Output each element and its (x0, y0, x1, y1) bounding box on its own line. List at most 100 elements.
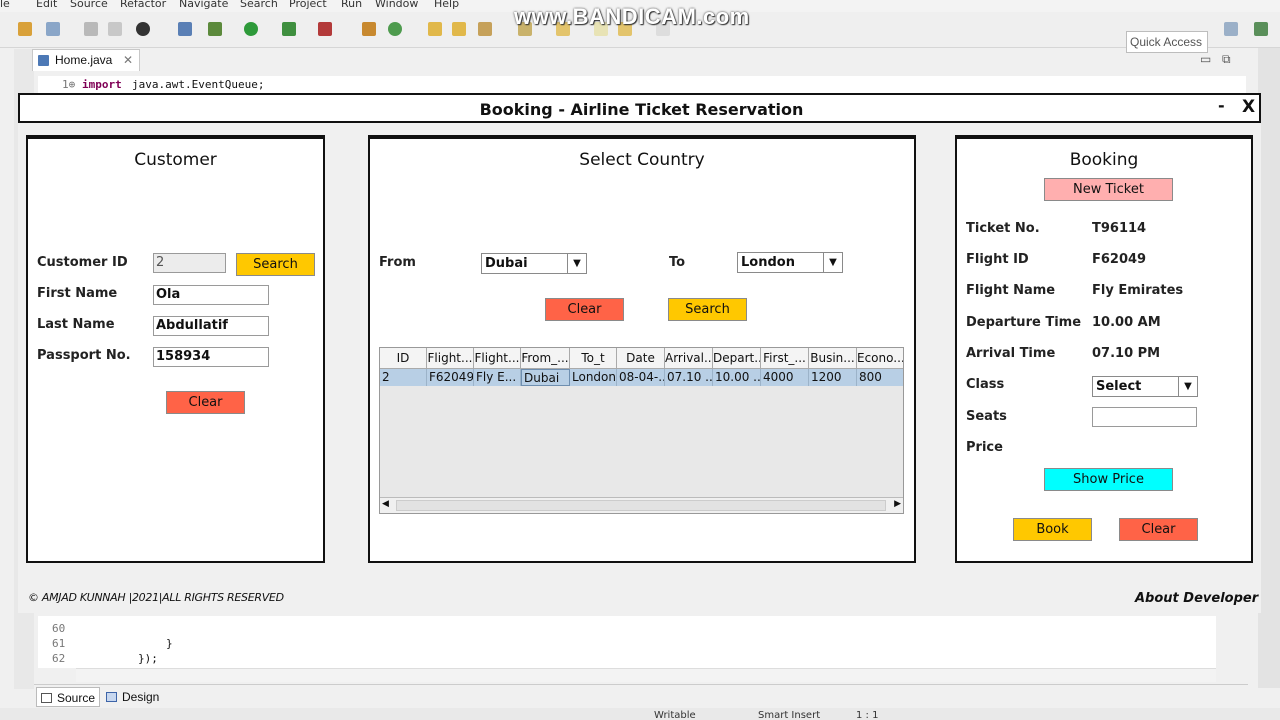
first-name-field[interactable]: Ola (153, 285, 269, 305)
menu-edit[interactable]: Edit (36, 0, 57, 10)
departure-time-label: Departure Time (966, 315, 1082, 330)
class-select[interactable]: Select ▼ (1092, 376, 1198, 397)
run-icon[interactable] (244, 22, 258, 36)
skip-breakpoints-icon[interactable] (178, 22, 192, 36)
column-header[interactable]: Depart... (713, 348, 761, 368)
table-cell[interactable]: 2 (380, 369, 427, 386)
close-tab-icon[interactable]: ✕ (123, 50, 133, 71)
table-horizontal-scrollbar[interactable]: ◀ ▶ (380, 497, 903, 513)
code-text: java.awt.EventQueue; (132, 78, 265, 91)
external-tools-icon[interactable] (318, 22, 332, 36)
window-title: Booking - Airline Ticket Reservation (479, 100, 804, 119)
seats-field[interactable] (1092, 407, 1197, 427)
column-header[interactable]: Flight... (474, 348, 521, 368)
flight-id-value: F62049 (1092, 252, 1147, 267)
code-horizontal-scrollbar[interactable] (76, 668, 1216, 682)
to-label: To (669, 255, 686, 270)
line-number: 62 (52, 652, 66, 665)
menu-project[interactable]: Project (289, 0, 327, 10)
table-cell[interactable]: Dubai (521, 369, 570, 386)
menu-file[interactable]: le (0, 0, 10, 10)
column-header[interactable]: Busin... (809, 348, 857, 368)
save-all-icon[interactable] (108, 22, 122, 36)
menu-refactor[interactable]: Refactor (120, 0, 166, 10)
scroll-thumb[interactable] (396, 500, 886, 511)
minimize-button[interactable]: - (1218, 96, 1225, 115)
booking-clear-button[interactable]: Clear (1119, 518, 1198, 541)
table-cell[interactable]: Fly E... (474, 369, 521, 386)
new-wizard-icon[interactable] (46, 22, 60, 36)
menu-source[interactable]: Source (70, 0, 108, 10)
column-header[interactable]: ID (380, 348, 427, 368)
code-editor-bottom[interactable]: 60 61 } 62 }); (38, 616, 1216, 668)
to-select[interactable]: London ▼ (737, 252, 843, 273)
editor-tab-home-java[interactable]: Home.java ✕ (32, 49, 140, 71)
about-developer-link[interactable]: About Developer (1135, 591, 1258, 606)
scroll-right-icon[interactable]: ▶ (894, 499, 901, 509)
table-cell[interactable]: 07.10 ... (665, 369, 713, 386)
table-cell[interactable]: 08-04-... (617, 369, 665, 386)
table-cell[interactable]: 4000 (761, 369, 809, 386)
country-clear-button[interactable]: Clear (545, 298, 624, 321)
chevron-down-icon[interactable]: ▼ (567, 254, 586, 273)
column-header[interactable]: First_... (761, 348, 809, 368)
customer-id-label: Customer ID (37, 255, 128, 270)
java-perspective-icon[interactable] (1254, 22, 1268, 36)
maximize-editor-icon[interactable]: ⧉ (1222, 52, 1231, 67)
booking-panel: Booking New Ticket Ticket No. T96114 Fli… (955, 135, 1253, 563)
tab-source[interactable]: Source (36, 687, 101, 707)
table-cell[interactable]: 1200 (809, 369, 857, 386)
menu-window[interactable]: Window (375, 0, 418, 10)
package-icon[interactable] (362, 22, 376, 36)
open-task-icon[interactable] (452, 22, 466, 36)
coverage-icon[interactable] (282, 22, 296, 36)
customer-id-field[interactable]: 2 (153, 253, 226, 273)
right-scrollbar[interactable] (1258, 48, 1280, 688)
scroll-left-icon[interactable]: ◀ (382, 499, 389, 509)
column-header[interactable]: Arrival... (665, 348, 713, 368)
menu-help[interactable]: Help (434, 0, 459, 10)
table-cell[interactable]: F62049 (427, 369, 474, 386)
menu-run[interactable]: Run (341, 0, 362, 10)
column-header[interactable]: Flight... (427, 348, 474, 368)
customer-clear-button[interactable]: Clear (166, 391, 245, 414)
menu-search[interactable]: Search (240, 0, 278, 10)
table-cell[interactable]: London (570, 369, 617, 386)
table-row[interactable]: 2 F62049 Fly E... Dubai London 08-04-...… (380, 369, 903, 386)
show-price-button[interactable]: Show Price (1044, 468, 1173, 491)
tab-design[interactable]: Design (102, 687, 163, 707)
last-name-field[interactable]: Abdullatif (153, 316, 269, 336)
save-icon[interactable] (84, 22, 98, 36)
flights-table[interactable]: ID Flight... Flight... From_... To_t Dat… (379, 347, 904, 514)
column-header[interactable]: From_... (521, 348, 570, 368)
new-icon[interactable] (18, 22, 32, 36)
chevron-down-icon[interactable]: ▼ (823, 253, 842, 272)
customer-search-button[interactable]: Search (236, 253, 315, 276)
from-select[interactable]: Dubai ▼ (481, 253, 587, 274)
country-panel-title: Select Country (579, 150, 705, 170)
seats-label: Seats (966, 409, 1007, 424)
chevron-down-icon[interactable]: ▼ (1178, 377, 1197, 396)
new-ticket-button[interactable]: New Ticket (1044, 178, 1173, 201)
menu-navigate[interactable]: Navigate (179, 0, 228, 10)
column-header[interactable]: Date (617, 348, 665, 368)
user-icon[interactable] (136, 22, 150, 36)
status-insert-mode: Smart Insert (758, 710, 821, 720)
quick-access-input[interactable]: Quick Access (1126, 31, 1208, 53)
column-header[interactable]: To_t (570, 348, 617, 368)
debug-icon[interactable] (208, 22, 222, 36)
refresh-icon[interactable] (388, 22, 402, 36)
search-tool-icon[interactable] (478, 22, 492, 36)
from-select-value: Dubai (485, 256, 528, 271)
open-perspective-icon[interactable] (1224, 22, 1238, 36)
table-cell[interactable]: 10.00 ... (713, 369, 761, 386)
column-header[interactable]: Econo... (857, 348, 903, 368)
close-button[interactable]: X (1242, 97, 1255, 117)
open-type-icon[interactable] (428, 22, 442, 36)
customer-panel: Customer Customer ID 2 Search First Name… (26, 135, 325, 563)
table-cell[interactable]: 800 (857, 369, 903, 386)
passport-field[interactable]: 158934 (153, 347, 269, 367)
minimize-editor-icon[interactable]: ▭ (1200, 52, 1211, 66)
book-button[interactable]: Book (1013, 518, 1092, 541)
country-search-button[interactable]: Search (668, 298, 747, 321)
